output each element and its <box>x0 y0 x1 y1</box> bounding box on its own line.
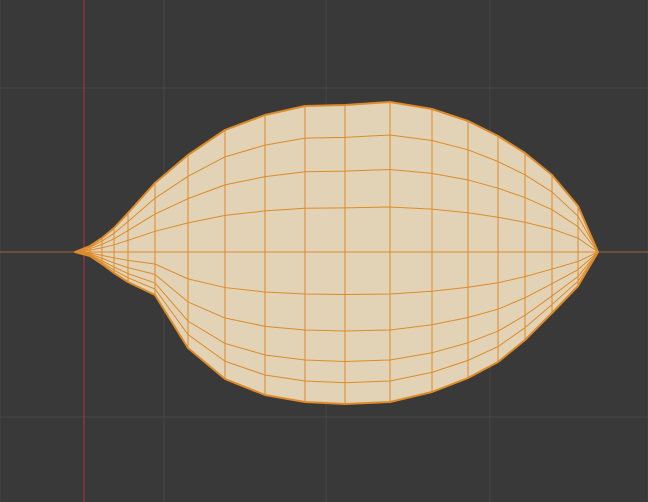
mesh-wireframe[interactable] <box>0 0 648 502</box>
viewport-3d[interactable] <box>0 0 648 502</box>
